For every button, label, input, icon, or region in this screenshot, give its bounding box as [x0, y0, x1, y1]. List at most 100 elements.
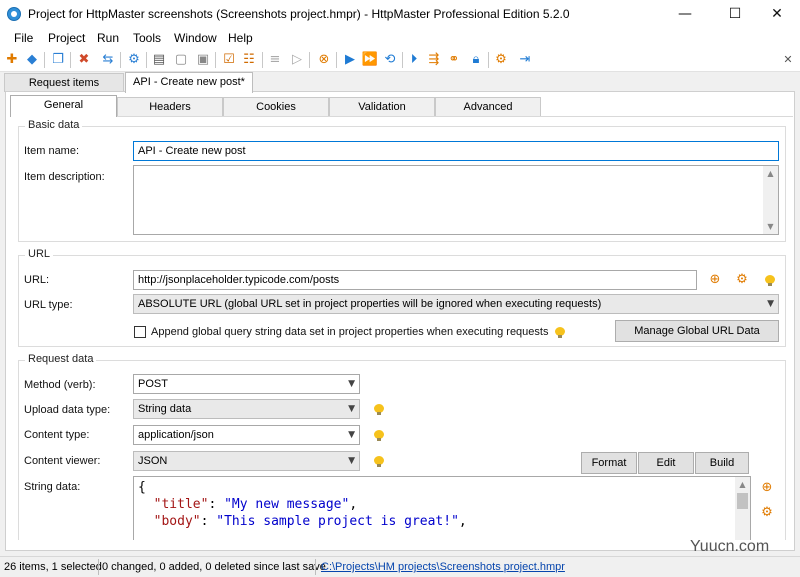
tab-general[interactable]: General — [10, 95, 117, 117]
string-data-editor[interactable]: { "title": "My new message", "body": "Th… — [133, 476, 751, 540]
toolbar-separator — [262, 52, 263, 68]
new-request-icon[interactable]: ▤ — [150, 51, 168, 69]
content-viewer-value: JSON — [138, 455, 168, 467]
json-colon: : — [200, 514, 217, 529]
json-string: "My new message" — [224, 497, 350, 512]
stop-icon[interactable]: ⊗ — [315, 51, 333, 69]
menu-tools[interactable]: Tools — [133, 31, 161, 45]
move-item-icon[interactable]: ⇆ — [99, 51, 117, 69]
tab-cookies[interactable]: Cookies — [223, 97, 329, 116]
json-key: "body" — [153, 514, 201, 529]
toolbar-separator — [70, 52, 71, 68]
edit-request-icon[interactable]: ▢ — [172, 51, 190, 69]
string-data-label: String data: — [24, 481, 81, 493]
chevron-down-icon: ▼ — [348, 430, 355, 440]
content-type-select[interactable]: application/json ▼ — [133, 425, 360, 445]
url-type-value: ABSOLUTE URL (global URL set in project … — [138, 298, 602, 310]
json-colon: : — [208, 497, 225, 512]
general-tab-content: Basic data Item name: API - Create new p… — [10, 116, 793, 540]
method-label: Method (verb): — [24, 379, 96, 391]
add-folder-icon[interactable]: ◆ — [23, 51, 41, 69]
scroll-thumb[interactable] — [737, 493, 748, 509]
description-scrollbar[interactable]: ▲ ▼ — [763, 166, 778, 234]
build-button[interactable]: Build — [695, 452, 749, 474]
gear-icon[interactable]: ⚙ — [734, 272, 750, 288]
manage-global-url-data-button[interactable]: Manage Global URL Data — [615, 320, 779, 342]
app-logo-icon — [7, 7, 21, 21]
tab-api-create-new-post[interactable]: API - Create new post* — [125, 72, 253, 93]
url-type-select[interactable]: ABSOLUTE URL (global URL set in project … — [133, 294, 779, 314]
check-list-icon[interactable]: ☑ — [220, 51, 238, 69]
toolbar-separator — [336, 52, 337, 68]
url-input[interactable]: http://jsonplaceholder.typicode.com/post… — [133, 270, 697, 290]
chevron-down-icon: ▼ — [767, 299, 774, 309]
url-type-label: URL type: — [24, 299, 73, 311]
list-edit-icon[interactable]: ☷ — [240, 51, 258, 69]
append-query-label[interactable]: Append global query string data set in p… — [151, 326, 548, 338]
format-button[interactable]: Format — [581, 452, 637, 474]
status-separator — [315, 559, 316, 575]
chevron-down-icon: ▼ — [348, 456, 355, 466]
json-brace: { — [138, 480, 146, 495]
edit-button[interactable]: Edit — [638, 452, 694, 474]
clone-item-icon[interactable]: ❐ — [49, 51, 67, 69]
project-path-link[interactable]: C:\Projects\HM projects\Screenshots proj… — [321, 561, 565, 573]
scroll-up-icon[interactable]: ▲ — [735, 477, 750, 492]
string-data-scrollbar[interactable]: ▲ — [735, 477, 750, 540]
gear-icon[interactable]: ⚙ — [759, 505, 775, 521]
close-doc-icon[interactable]: ✕ — [779, 51, 797, 69]
method-select[interactable]: POST ▼ — [133, 374, 360, 394]
status-bar: 26 items, 1 selected 0 changed, 0 added,… — [0, 556, 800, 577]
content-viewer-label: Content viewer: — [24, 455, 101, 467]
lightbulb-icon[interactable] — [374, 456, 384, 468]
add-circle-icon[interactable]: ⊕ — [759, 480, 775, 496]
toolbar-separator — [488, 52, 489, 68]
menu-window[interactable]: Window — [174, 31, 217, 45]
tab-advanced[interactable]: Advanced — [435, 97, 541, 116]
item-description-input[interactable]: ▲ ▼ — [133, 165, 779, 235]
menu-bar: File Project Run Tools Window Help — [0, 28, 800, 48]
lightbulb-icon[interactable] — [555, 327, 565, 339]
tab-request-items[interactable]: Request items — [4, 73, 124, 92]
upload-data-type-label: Upload data type: — [24, 404, 111, 416]
basic-data-title: Basic data — [25, 119, 83, 131]
menu-help[interactable]: Help — [228, 31, 253, 45]
step-icon[interactable]: ▷ — [288, 51, 306, 69]
request-window-icon[interactable]: ▣ — [194, 51, 212, 69]
maximize-button[interactable]: ☐ — [712, 0, 758, 28]
run-selected-icon[interactable]: ⏵ — [405, 51, 423, 69]
upload-data-type-select[interactable]: String data ▼ — [133, 399, 360, 419]
run-filter-icon[interactable]: ⟲ — [381, 51, 399, 69]
scroll-down-icon[interactable]: ▼ — [763, 219, 778, 234]
menu-project[interactable]: Project — [48, 31, 85, 45]
menu-file[interactable]: File — [14, 31, 33, 45]
run-all-icon[interactable]: ⏩ — [361, 51, 379, 69]
menu-run[interactable]: Run — [97, 31, 119, 45]
properties-icon[interactable]: ⚙ — [125, 51, 143, 69]
request-data-title: Request data — [25, 353, 97, 365]
item-name-input[interactable]: API - Create new post — [133, 141, 779, 161]
list-icon[interactable]: ≡ — [266, 51, 284, 69]
tab-headers[interactable]: Headers — [117, 97, 223, 116]
add-circle-icon[interactable]: ⊕ — [707, 272, 723, 288]
add-item-icon[interactable]: ✚ — [3, 51, 21, 69]
delete-item-icon[interactable]: ✖ — [75, 51, 93, 69]
append-query-checkbox[interactable] — [134, 326, 146, 338]
execute-icon[interactable]: ⇶ — [425, 51, 443, 69]
lightbulb-icon[interactable] — [374, 430, 384, 442]
scroll-up-icon[interactable]: ▲ — [763, 166, 778, 181]
lightbulb-icon[interactable] — [765, 275, 775, 287]
link-icon[interactable]: ⚭ — [445, 51, 463, 69]
gear-icon[interactable]: ⚙ — [492, 51, 510, 69]
status-item-count: 26 items, 1 selected — [4, 561, 102, 573]
lock-icon[interactable]: 🔒︎ — [467, 51, 485, 69]
run-icon[interactable]: ▶ — [341, 51, 359, 69]
export-icon[interactable]: ⇥ — [516, 51, 534, 69]
minimize-button[interactable]: — — [662, 0, 708, 28]
toolbar-separator — [402, 52, 403, 68]
lightbulb-icon[interactable] — [374, 404, 384, 416]
tab-validation[interactable]: Validation — [329, 97, 435, 116]
item-description-label: Item description: — [24, 171, 105, 183]
close-button[interactable]: ✕ — [754, 0, 800, 28]
content-viewer-select[interactable]: JSON ▼ — [133, 451, 360, 471]
